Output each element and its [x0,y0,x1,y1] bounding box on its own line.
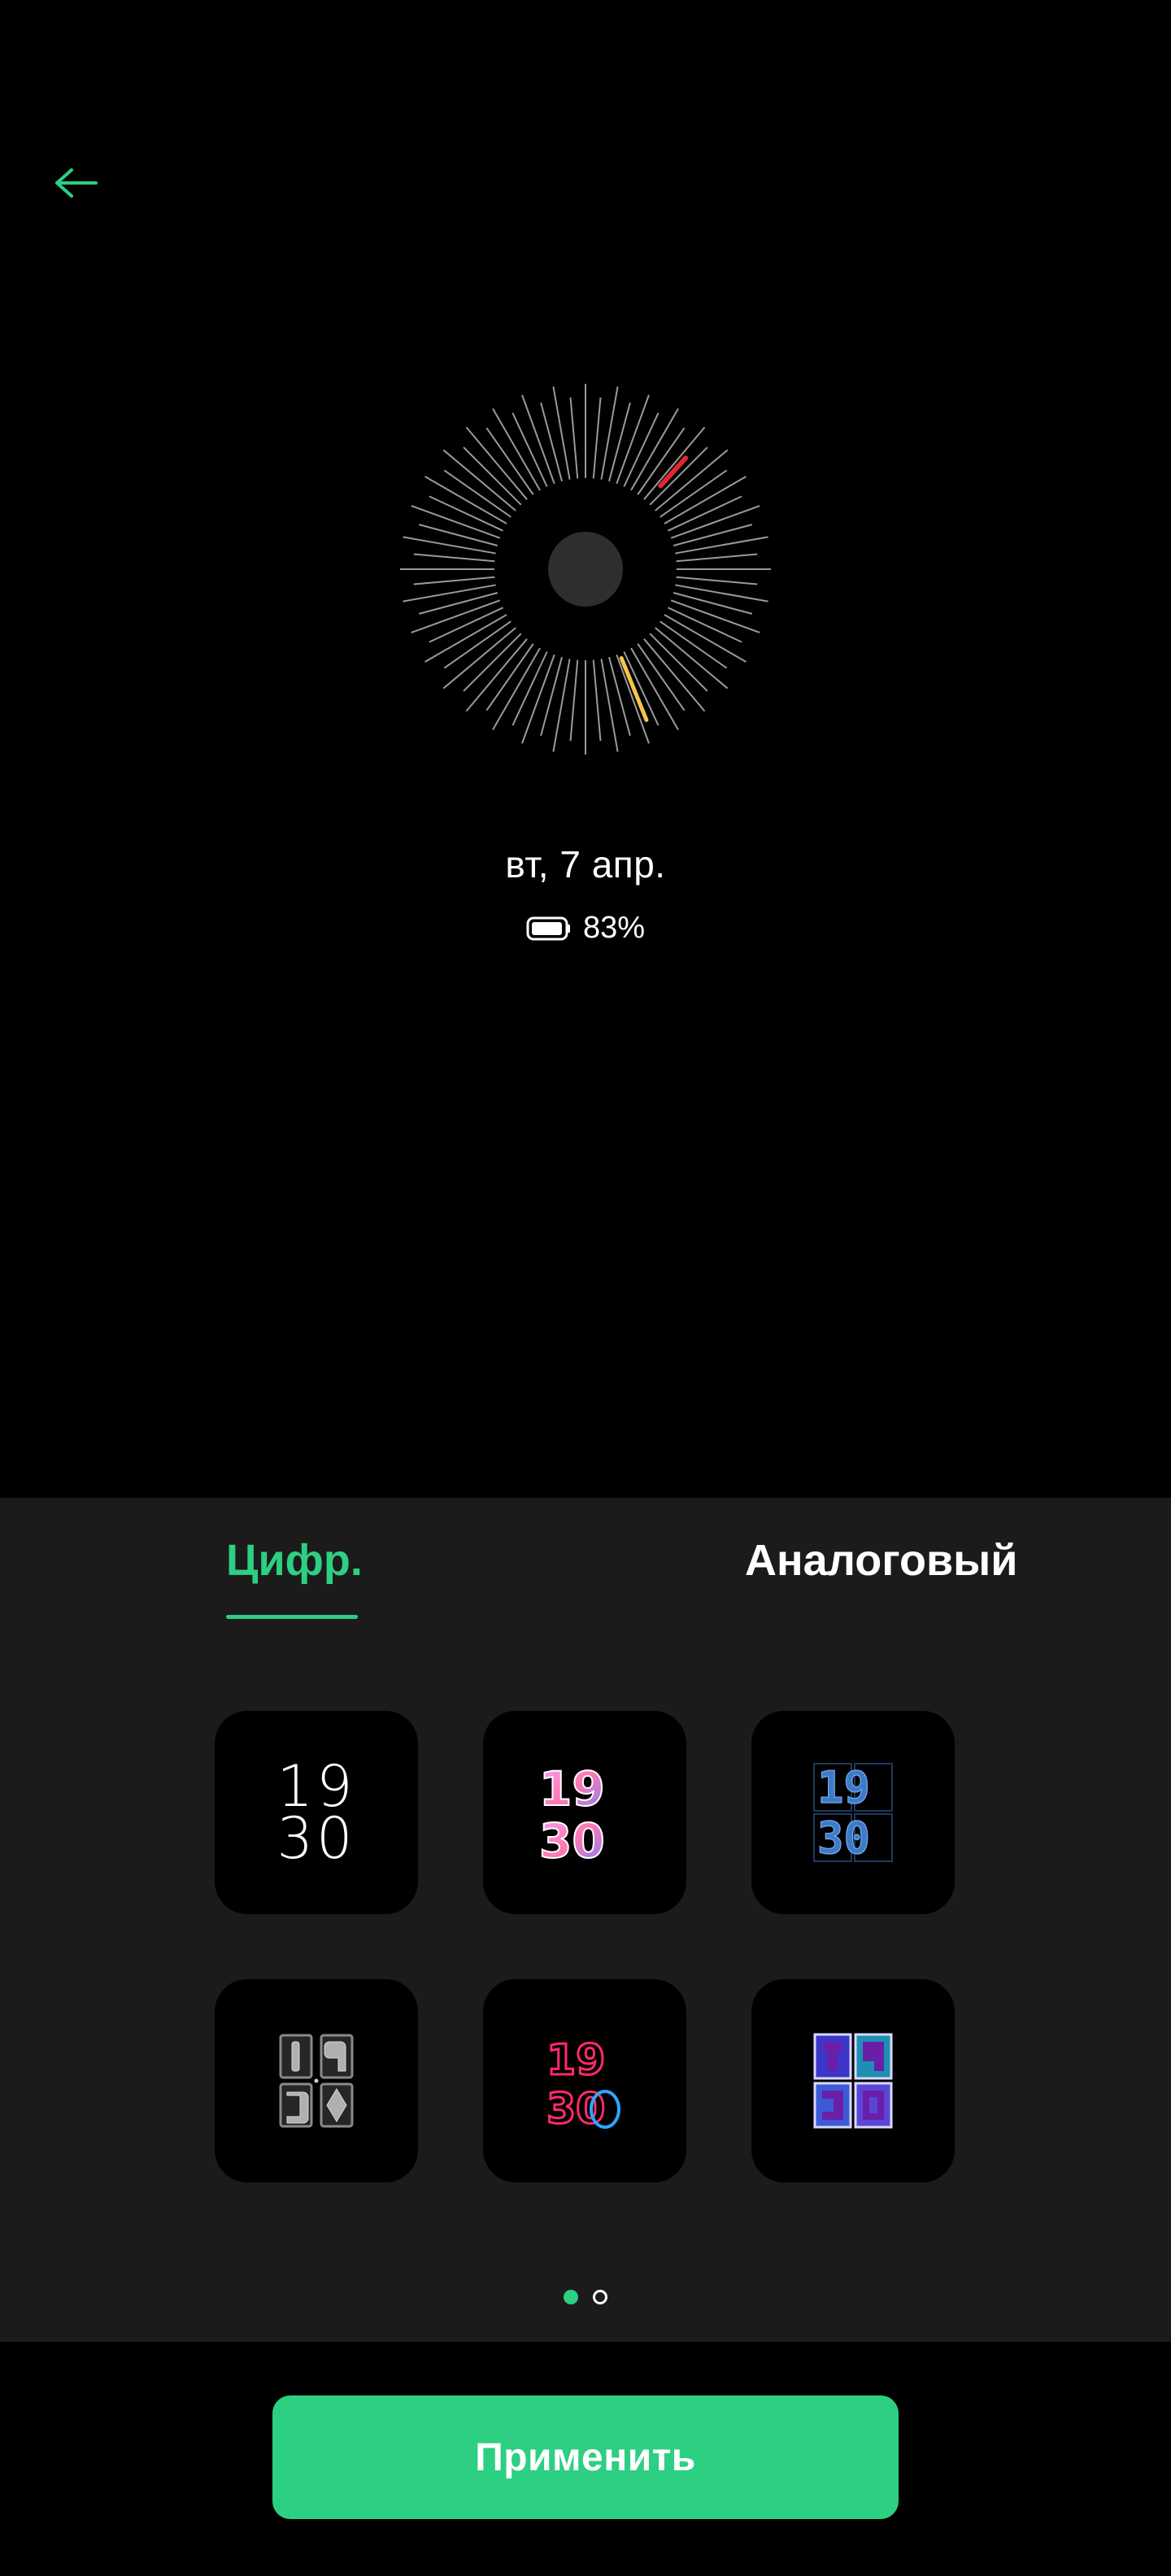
clock-tick [600,386,619,480]
neon-digits: 19 30 [546,2035,620,2130]
clock-tick [670,505,760,539]
clock-tick [655,627,729,690]
clock-tick [670,599,760,633]
clock-tick [442,627,516,690]
purple-block-digits [813,2033,893,2129]
clock-tick [552,386,571,480]
clock-tick [676,553,758,563]
gray-ornate-digits [279,2034,354,2128]
isometric-hour: 19 [539,1761,605,1817]
clock-tick [592,397,602,479]
blue-grid-hour: 19 [817,1762,870,1813]
clock-tick [521,394,555,485]
clock-tick [649,446,708,506]
clock-tick [675,584,768,603]
clock-preview: вт, 7 апр. 83% [0,0,1171,1498]
arrow-left-icon [55,168,98,198]
clock-style-neon[interactable]: 19 30 [483,1979,686,2182]
clock-tick [442,449,516,511]
clock-style-isometric[interactable]: 19 30 [483,1711,686,1914]
style-picker-panel [0,1498,1171,2342]
clock-style-gray-ornate[interactable] [215,1979,418,2182]
clock-tick [465,426,528,500]
battery-status: 83% [0,911,1171,946]
clock-tick [413,576,495,585]
tab-digital[interactable]: Цифр. [226,1535,363,1586]
clock-tick [465,638,528,712]
clock-style-minute: 30 [276,1805,356,1872]
clock-tick [463,633,522,692]
clock-tick [616,394,650,485]
clock-center [548,532,623,607]
date-label: вт, 7 апр. [505,843,666,886]
page-dot-active [564,2290,578,2304]
clock-tick [675,536,768,555]
clock-tick [411,505,501,539]
blue-grid-digits: 19 30 [813,1762,893,1863]
clock-style-plain[interactable]: 19 30 [215,1711,418,1914]
clock-tick [600,659,619,752]
clock-tick [463,446,522,506]
clock-tick [643,426,706,500]
clock-tick [569,397,579,479]
clock-tick [649,633,708,692]
clock-tick [411,599,501,633]
tab-active-indicator [226,1615,358,1619]
clock-tick [403,536,496,555]
battery-percent: 83% [582,911,646,945]
clock-tick [552,659,571,752]
clock-tick [413,553,495,563]
clock-tick [403,584,496,603]
clock-tick [592,659,602,742]
tab-analog[interactable]: Аналоговый [745,1535,1018,1586]
clock-style-purple-blocks[interactable] [751,1979,955,2182]
blue-grid-minute: 30 [817,1812,870,1863]
neon-hour: 19 [546,2036,605,2085]
clock-style-blue-grid[interactable]: 19 30 [751,1711,955,1914]
isometric-minute: 30 [539,1813,605,1865]
clock-tick [521,654,555,744]
radial-clock-face [400,384,771,755]
clock-tick [643,638,706,712]
radial-clock [390,374,781,764]
clock-style-plain-digits: 19 30 [276,1758,356,1872]
clock-tick [616,654,650,744]
isometric-digits: 19 30 [538,1760,606,1865]
battery-icon [526,916,570,940]
apply-button[interactable]: Применить [272,2395,899,2519]
page-dot-inactive[interactable] [593,2290,607,2304]
clock-tick [676,576,758,585]
back-button[interactable] [44,154,109,211]
page-indicator [0,2290,1171,2304]
clock-tick [569,659,579,742]
